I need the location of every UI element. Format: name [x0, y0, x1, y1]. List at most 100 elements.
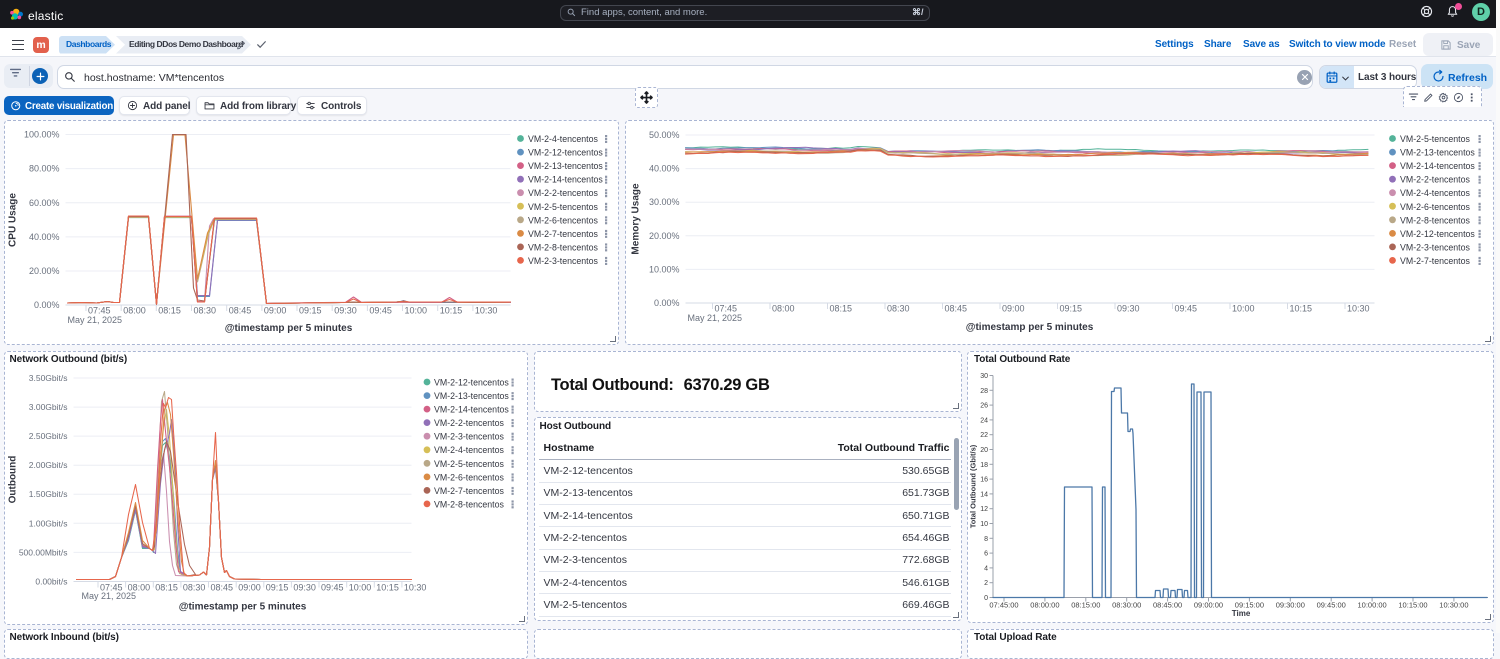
svg-text:10:00: 10:00 — [404, 306, 427, 316]
svg-text:07:45: 07:45 — [88, 306, 111, 316]
svg-text:VM-2-7-tencentos: VM-2-7-tencentos — [528, 229, 599, 239]
svg-text:24: 24 — [980, 417, 988, 424]
svg-text:VM-2-14-tencentos: VM-2-14-tencentos — [1400, 161, 1475, 171]
svg-text:08:00: 08:00 — [123, 306, 146, 316]
svg-text:40.00%: 40.00% — [648, 164, 679, 174]
svg-text:1.50Gbit/s: 1.50Gbit/s — [28, 489, 67, 499]
svg-text:VM-2-2-tencentos: VM-2-2-tencentos — [1400, 175, 1471, 185]
svg-text:08:45: 08:45 — [228, 306, 251, 316]
svg-text:May 21, 2025: May 21, 2025 — [67, 315, 122, 325]
svg-text:09:45: 09:45 — [1174, 304, 1197, 314]
svg-text:12: 12 — [980, 506, 988, 513]
svg-text:VM-2-8-tencentos: VM-2-8-tencentos — [434, 499, 505, 509]
svg-text:Total Outbound (Gbit/s): Total Outbound (Gbit/s) — [969, 444, 978, 528]
svg-text:22: 22 — [980, 432, 988, 439]
svg-text:VM-2-5-tencentos: VM-2-5-tencentos — [528, 202, 599, 212]
svg-text:28: 28 — [980, 387, 988, 394]
svg-text:20.00%: 20.00% — [648, 231, 679, 241]
svg-text:09:30:00: 09:30:00 — [1276, 600, 1305, 609]
svg-text:0: 0 — [984, 595, 988, 602]
svg-text:VM-2-3-tencentos: VM-2-3-tencentos — [528, 256, 599, 266]
svg-text:VM-2-3-tencentos: VM-2-3-tencentos — [1400, 242, 1471, 252]
svg-text:VM-2-12-tencentos: VM-2-12-tencentos — [528, 148, 603, 158]
svg-text:20.00%: 20.00% — [28, 266, 59, 276]
svg-text:10:15: 10:15 — [376, 582, 399, 592]
svg-text:09:15: 09:15 — [1059, 304, 1082, 314]
svg-text:10:15: 10:15 — [1289, 304, 1312, 314]
svg-text:VM-2-5-tencentos: VM-2-5-tencentos — [1400, 134, 1471, 144]
svg-text:3.00Gbit/s: 3.00Gbit/s — [28, 402, 67, 412]
svg-text:08:45:00: 08:45:00 — [1153, 600, 1182, 609]
svg-text:6: 6 — [984, 550, 988, 557]
svg-text:08:45: 08:45 — [944, 304, 967, 314]
svg-text:VM-2-4-tencentos: VM-2-4-tencentos — [1400, 188, 1471, 198]
svg-text:VM-2-2-tencentos: VM-2-2-tencentos — [434, 418, 505, 428]
svg-text:0.00%: 0.00% — [653, 298, 679, 308]
svg-text:30.00%: 30.00% — [648, 197, 679, 207]
svg-text:08:45: 08:45 — [210, 582, 233, 592]
svg-text:20: 20 — [980, 447, 988, 454]
svg-text:07:45: 07:45 — [714, 304, 737, 314]
svg-text:VM-2-4-tencentos: VM-2-4-tencentos — [434, 445, 505, 455]
svg-text:09:45: 09:45 — [321, 582, 344, 592]
svg-text:Time: Time — [1232, 609, 1251, 618]
svg-text:10.00%: 10.00% — [648, 264, 679, 274]
svg-text:10:00: 10:00 — [348, 582, 371, 592]
svg-text:2: 2 — [984, 580, 988, 587]
svg-text:VM-2-12-tencentos: VM-2-12-tencentos — [434, 377, 509, 387]
svg-text:08:00:00: 08:00:00 — [1030, 600, 1059, 609]
svg-text:1.00Gbit/s: 1.00Gbit/s — [28, 518, 67, 528]
svg-text:50.00%: 50.00% — [648, 130, 679, 140]
svg-text:10:00:00: 10:00:00 — [1357, 600, 1386, 609]
svg-text:May 21, 2025: May 21, 2025 — [687, 313, 742, 323]
svg-text:08:30: 08:30 — [887, 304, 910, 314]
svg-text:10:30: 10:30 — [474, 306, 497, 316]
svg-text:@timestamp per 5 minutes: @timestamp per 5 minutes — [178, 601, 306, 612]
svg-text:2.00Gbit/s: 2.00Gbit/s — [28, 460, 67, 470]
svg-text:18: 18 — [980, 461, 988, 468]
svg-text:09:30: 09:30 — [1117, 304, 1140, 314]
svg-text:VM-2-14-tencentos: VM-2-14-tencentos — [528, 175, 603, 185]
svg-text:08:00: 08:00 — [772, 304, 795, 314]
svg-text:VM-2-6-tencentos: VM-2-6-tencentos — [528, 215, 599, 225]
svg-text:3.50Gbit/s: 3.50Gbit/s — [28, 373, 67, 383]
svg-text:VM-2-3-tencentos: VM-2-3-tencentos — [434, 431, 505, 441]
svg-text:@timestamp per 5 minutes: @timestamp per 5 minutes — [224, 323, 352, 334]
svg-text:26: 26 — [980, 402, 988, 409]
svg-text:08:30: 08:30 — [193, 306, 216, 316]
svg-text:0.00bit/s: 0.00bit/s — [35, 576, 67, 586]
svg-text:VM-2-2-tencentos: VM-2-2-tencentos — [528, 188, 599, 198]
svg-text:08:15: 08:15 — [155, 582, 178, 592]
svg-text:VM-2-12-tencentos: VM-2-12-tencentos — [1400, 229, 1475, 239]
svg-text:@timestamp per 5 minutes: @timestamp per 5 minutes — [965, 322, 1093, 333]
svg-text:09:00:00: 09:00:00 — [1194, 600, 1223, 609]
svg-text:10:00: 10:00 — [1232, 304, 1255, 314]
svg-text:VM-2-14-tencentos: VM-2-14-tencentos — [434, 404, 509, 414]
svg-text:VM-2-13-tencentos: VM-2-13-tencentos — [434, 391, 509, 401]
svg-text:09:30: 09:30 — [293, 582, 316, 592]
svg-text:08:15: 08:15 — [158, 306, 181, 316]
svg-text:May 21, 2025: May 21, 2025 — [81, 591, 136, 601]
svg-text:40.00%: 40.00% — [28, 232, 59, 242]
svg-text:10:15: 10:15 — [439, 306, 462, 316]
svg-text:VM-2-6-tencentos: VM-2-6-tencentos — [434, 472, 505, 482]
svg-text:2.50Gbit/s: 2.50Gbit/s — [28, 431, 67, 441]
svg-text:09:45: 09:45 — [369, 306, 392, 316]
svg-text:08:15:00: 08:15:00 — [1071, 600, 1100, 609]
svg-text:60.00%: 60.00% — [28, 198, 59, 208]
svg-text:VM-2-4-tencentos: VM-2-4-tencentos — [528, 134, 599, 144]
svg-text:VM-2-13-tencentos: VM-2-13-tencentos — [528, 161, 603, 171]
svg-text:09:00: 09:00 — [263, 306, 286, 316]
svg-text:VM-2-7-tencentos: VM-2-7-tencentos — [434, 485, 505, 495]
svg-text:VM-2-6-tencentos: VM-2-6-tencentos — [1400, 202, 1471, 212]
svg-text:09:30: 09:30 — [334, 306, 357, 316]
svg-text:30: 30 — [980, 373, 988, 380]
svg-text:10:15:00: 10:15:00 — [1398, 600, 1427, 609]
svg-text:14: 14 — [980, 491, 988, 498]
svg-text:10:30: 10:30 — [1347, 304, 1370, 314]
svg-text:09:00: 09:00 — [238, 582, 261, 592]
svg-text:4: 4 — [984, 565, 988, 572]
svg-text:0.00%: 0.00% — [33, 300, 59, 310]
svg-text:VM-2-5-tencentos: VM-2-5-tencentos — [434, 458, 505, 468]
svg-text:09:15: 09:15 — [265, 582, 288, 592]
